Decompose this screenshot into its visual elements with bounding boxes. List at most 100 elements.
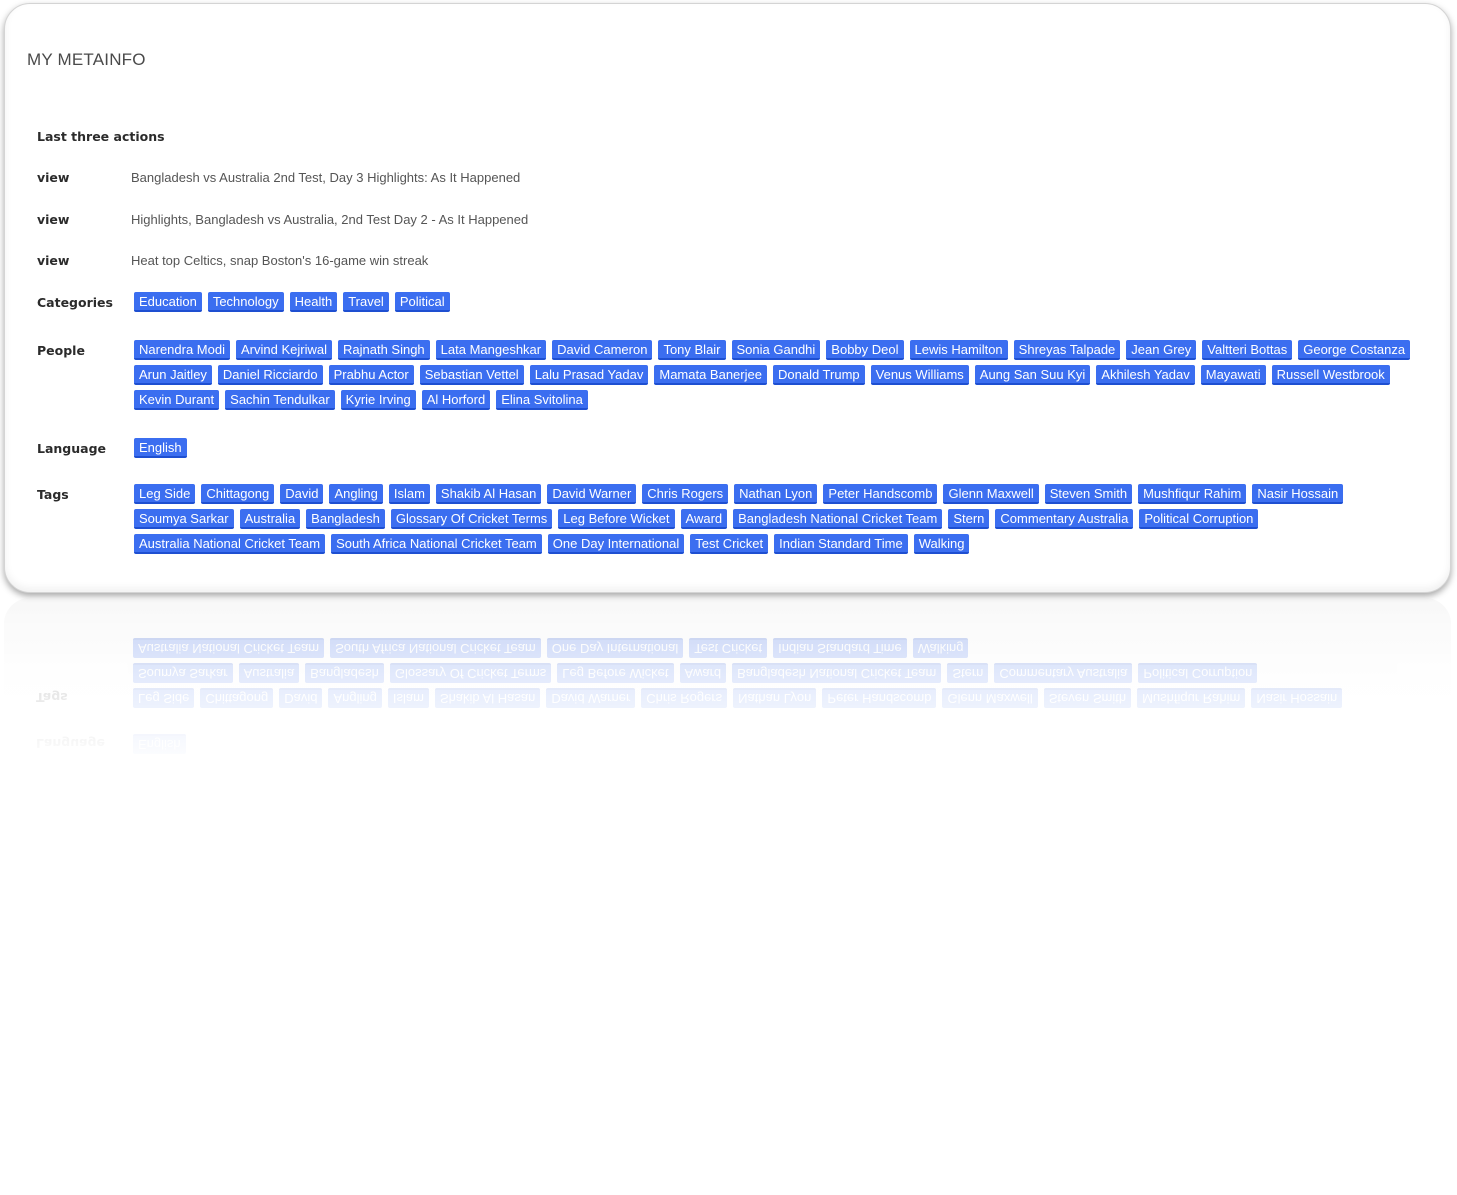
keyword-tag[interactable]: Chris Rogers xyxy=(642,484,729,504)
keyword-tag: Australia National Cricket Team xyxy=(133,638,325,658)
keyword-tag[interactable]: Nasir Hossain xyxy=(1252,484,1344,504)
keyword-tag[interactable]: Islam xyxy=(388,484,430,504)
keyword-tag[interactable]: Chittagong xyxy=(201,484,275,504)
keyword-tag[interactable]: Indian Standard Time xyxy=(774,534,908,554)
person-tag[interactable]: Arvind Kejriwal xyxy=(236,340,332,360)
person-tag[interactable]: Lata Mangeshkar xyxy=(435,340,547,360)
people-label: People xyxy=(37,343,85,358)
person-tag[interactable]: Sebastian Vettel xyxy=(419,365,524,385)
keyword-tag: Islam xyxy=(387,688,429,708)
card-title: MY METAINFO xyxy=(27,50,146,69)
category-tag[interactable]: Political xyxy=(394,292,450,312)
keyword-tag[interactable]: Bangladesh xyxy=(306,509,385,529)
keyword-tag[interactable]: Leg Side xyxy=(134,484,196,504)
tags-label: Tags xyxy=(36,690,68,705)
language-tag-list: English xyxy=(134,438,1444,458)
person-tag[interactable]: Daniel Ricciardo xyxy=(217,365,323,385)
metainfo-card: MY METAINFO Last three actions view Bang… xyxy=(4,3,1451,593)
keyword-tag: Glossary Of Cricket Terms xyxy=(389,663,552,683)
keyword-tag: Shakib Al Hasan xyxy=(434,688,541,708)
person-tag[interactable]: Kyrie Irving xyxy=(340,390,416,410)
action-item-link[interactable]: Bangladesh vs Australia 2nd Test, Day 3 … xyxy=(131,170,520,185)
keyword-tag[interactable]: Bangladesh National Cricket Team xyxy=(733,509,943,529)
people-tag-list: Narendra Modi Arvind Kejriwal Rajnath Sing… xyxy=(134,340,1444,410)
person-tag[interactable]: Donald Trump xyxy=(772,365,865,385)
tags-tag-list: Leg Side Chittagong David Angling Islam Shaki… xyxy=(134,484,1444,554)
keyword-tag: South Africa National Cricket Team xyxy=(330,638,541,658)
person-tag[interactable]: Lalu Prasad Yadav xyxy=(529,365,649,385)
person-tag[interactable]: Lewis Hamilton xyxy=(909,340,1008,360)
person-tag[interactable]: Aung San Suu Kyi xyxy=(974,365,1091,385)
category-tag[interactable]: Technology xyxy=(207,292,284,312)
person-tag[interactable]: Jean Grey xyxy=(1126,340,1197,360)
keyword-tag: Chittagong xyxy=(200,688,274,708)
person-tag[interactable]: Rajnath Singh xyxy=(337,340,430,360)
keyword-tag: Nathan Lyon xyxy=(733,688,817,708)
keyword-tag[interactable]: Walking xyxy=(913,534,970,554)
keyword-tag: Stern xyxy=(947,663,989,683)
keyword-tag[interactable]: Angling xyxy=(329,484,383,504)
keyword-tag: Angling xyxy=(328,688,382,708)
person-tag[interactable]: Elina Svitolina xyxy=(496,390,588,410)
keyword-tag[interactable]: South Africa National Cricket Team xyxy=(331,534,542,554)
keyword-tag[interactable]: One Day International xyxy=(547,534,685,554)
person-tag[interactable]: David Cameron xyxy=(552,340,653,360)
keyword-tag[interactable]: Peter Handscomb xyxy=(823,484,938,504)
language-tag: English xyxy=(133,734,186,754)
keyword-tag: Steven Smith xyxy=(1043,688,1132,708)
keyword-tag[interactable]: David Warner xyxy=(547,484,637,504)
keyword-tag[interactable]: Australia xyxy=(239,509,301,529)
keyword-tag[interactable]: Glossary Of Cricket Terms xyxy=(390,509,553,529)
person-tag[interactable]: Sonia Gandhi xyxy=(731,340,821,360)
language-label: Language xyxy=(37,441,107,456)
keyword-tag: Glenn Maxwell xyxy=(942,688,1038,708)
person-tag[interactable]: Valtteri Bottas xyxy=(1202,340,1293,360)
keyword-tag[interactable]: Stern xyxy=(948,509,990,529)
category-tag[interactable]: Education xyxy=(134,292,202,312)
keyword-tag[interactable]: Glenn Maxwell xyxy=(943,484,1039,504)
keyword-tag: David Warner xyxy=(546,688,636,708)
keyword-tag: Bangladesh National Cricket Team xyxy=(732,663,942,683)
keyword-tag[interactable]: Political Corruption xyxy=(1139,509,1259,529)
keyword-tag[interactable]: Commentary Australia xyxy=(995,509,1134,529)
person-tag[interactable]: Mayawati xyxy=(1200,365,1266,385)
person-tag[interactable]: Arun Jaitley xyxy=(134,365,212,385)
keyword-tag[interactable]: David xyxy=(280,484,324,504)
keyword-tag: Chris Rogers xyxy=(641,688,728,708)
card-reflection: MY METAINFO Last three actions view Bang… xyxy=(4,598,1451,768)
action-item-link[interactable]: Heat top Celtics, snap Boston's 16-game … xyxy=(131,253,428,268)
reflection-content: MY METAINFO Last three actions view Bang… xyxy=(4,598,1451,768)
keyword-tag[interactable]: Steven Smith xyxy=(1044,484,1133,504)
person-tag[interactable]: Venus Williams xyxy=(870,365,969,385)
category-tag[interactable]: Travel xyxy=(343,292,389,312)
keyword-tag[interactable]: Test Cricket xyxy=(690,534,769,554)
keyword-tag: Mushfiqur Rahim xyxy=(1137,688,1246,708)
keyword-tag[interactable]: Shakib Al Hasan xyxy=(435,484,542,504)
action-item-link[interactable]: Highlights, Bangladesh vs Australia, 2nd… xyxy=(131,212,528,227)
keyword-tag: Commentary Australia xyxy=(994,663,1133,683)
keyword-tag[interactable]: Mushfiqur Rahim xyxy=(1138,484,1247,504)
person-tag[interactable]: George Costanza xyxy=(1298,340,1411,360)
keyword-tag[interactable]: Soumya Sarkar xyxy=(134,509,234,529)
person-tag[interactable]: Al Horford xyxy=(421,390,491,410)
person-tag[interactable]: Narendra Modi xyxy=(134,340,230,360)
last-actions-label: Last three actions xyxy=(37,129,165,144)
person-tag[interactable]: Kevin Durant xyxy=(134,390,220,410)
language-tag[interactable]: English xyxy=(134,438,187,458)
person-tag[interactable]: Mamata Banerjee xyxy=(654,365,767,385)
keyword-tag: Nasir Hossain xyxy=(1251,688,1343,708)
keyword-tag: Leg Side xyxy=(133,688,195,708)
person-tag[interactable]: Prabhu Actor xyxy=(328,365,414,385)
person-tag[interactable]: Russell Westbrook xyxy=(1271,365,1390,385)
person-tag[interactable]: Bobby Deol xyxy=(826,340,904,360)
keyword-tag: Australia xyxy=(238,663,300,683)
keyword-tag[interactable]: Australia National Cricket Team xyxy=(134,534,326,554)
keyword-tag[interactable]: Award xyxy=(680,509,728,529)
keyword-tag[interactable]: Leg Before Wicket xyxy=(558,509,675,529)
person-tag[interactable]: Sachin Tendulkar xyxy=(225,390,335,410)
person-tag[interactable]: Tony Blair xyxy=(658,340,726,360)
person-tag[interactable]: Akhilesh Yadav xyxy=(1096,365,1195,385)
category-tag[interactable]: Health xyxy=(289,292,338,312)
person-tag[interactable]: Shreyas Talpade xyxy=(1013,340,1121,360)
keyword-tag[interactable]: Nathan Lyon xyxy=(734,484,818,504)
